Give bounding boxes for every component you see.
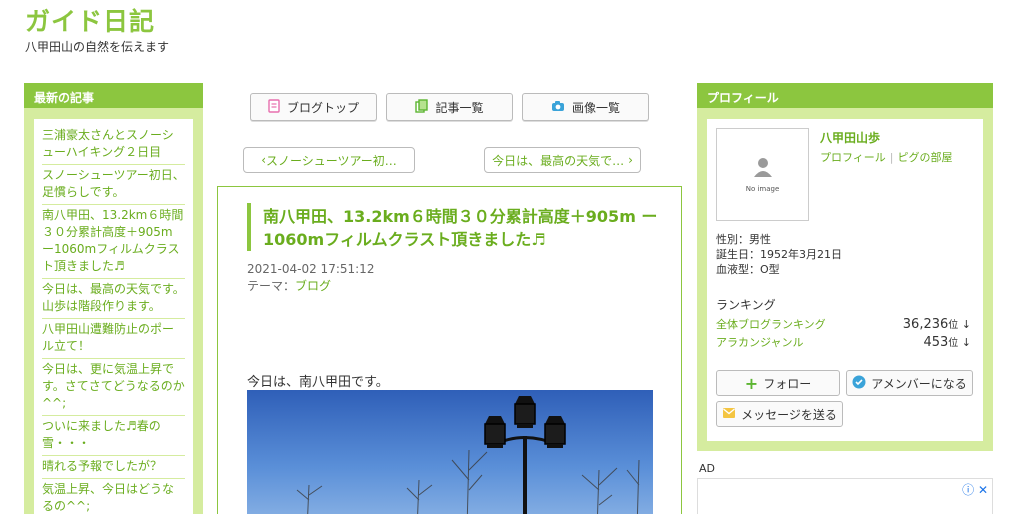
amember-label: アメンバーになる — [871, 376, 967, 391]
ad-label: AD — [699, 462, 715, 475]
copy-icon — [415, 98, 429, 116]
theme-link[interactable]: ブログ — [295, 279, 331, 293]
no-image-label: No image — [745, 185, 780, 193]
latest-article-link[interactable]: 八甲田山遭難防止のポール立て！ — [42, 319, 185, 359]
chevron-right-icon: › — [628, 153, 633, 167]
ranking-unit: 位 — [948, 320, 959, 331]
latest-articles-heading: 最新の記事 — [24, 83, 203, 108]
profile-content: No image 八甲田山歩 プロフィール | ピグの部屋 性別：男性 誕生日：19… — [707, 119, 983, 441]
follow-button[interactable]: + フォロー — [716, 370, 840, 396]
article-title[interactable]: 南八甲田、13.2km６時間３０分累計高度＋905m ー1060mフィルムクラス… — [263, 205, 663, 251]
latest-article-link[interactable]: スノーシューツアー初日、足慣らしです。 — [42, 165, 185, 205]
follow-label: フォロー — [763, 376, 812, 391]
profile-birthday: 誕生日：1952年3月21日 — [716, 248, 842, 261]
close-icon[interactable]: ✕ — [978, 483, 988, 497]
site-description: 八甲田山の自然を伝えます — [25, 40, 170, 54]
latest-articles-list: 三浦豪太さんとスノーシューハイキング２日目 スノーシューツアー初日、足慣らしです… — [34, 119, 193, 514]
arrow-down-icon: ↓ — [961, 318, 971, 331]
amember-button[interactable]: アメンバーになる — [846, 370, 973, 396]
article-datetime: 2021-04-02 17:51:12 — [247, 262, 375, 276]
latest-article-link[interactable]: ついに来ました♬春の雪・・・ — [42, 416, 185, 456]
pigg-room-link[interactable]: ピグの部屋 — [898, 151, 953, 164]
send-message-label: メッセージを送る — [741, 407, 837, 422]
avatar[interactable]: No image — [716, 128, 809, 221]
profile-heading: プロフィール — [697, 83, 993, 108]
previous-article-button[interactable]: ‹ スノーシューツアー初… — [243, 147, 415, 173]
ranking-value: 453 — [923, 335, 949, 350]
amember-icon — [852, 375, 866, 392]
title-accent-bar — [247, 203, 251, 251]
previous-article-label: スノーシューツアー初… — [266, 153, 397, 168]
ad-slot[interactable]: ⓘ ✕ — [697, 478, 993, 514]
article-body-text: 今日は、南八甲田です。 — [247, 375, 389, 390]
next-article-button[interactable]: 今日は、最高の天気で… › — [484, 147, 641, 173]
latest-article-link[interactable]: 今日は、最高の天気です。山歩は階段作ります。 — [42, 279, 185, 319]
envelope-icon — [722, 407, 736, 422]
info-icon[interactable]: ⓘ — [962, 483, 974, 497]
profile-links: プロフィール | ピグの部屋 — [820, 149, 953, 165]
ranking-value: 36,236 — [902, 317, 949, 332]
latest-article-link[interactable]: 晴れる予報でしたが？ — [42, 456, 185, 479]
latest-articles-panel: 最新の記事 三浦豪太さんとスノーシューハイキング２日目 スノーシューツアー初日、… — [24, 83, 203, 514]
article: 南八甲田、13.2km６時間３０分累計高度＋905m ー1060mフィルムクラス… — [217, 186, 682, 514]
profile-panel: プロフィール No image 八甲田山歩 プロフィール | ピグの部屋 性別：男性… — [697, 83, 993, 451]
ranking-row: 全体ブログランキング 36,236位 ↓ — [716, 316, 971, 332]
camera-icon — [551, 100, 565, 115]
site-title[interactable]: ガイド日記 — [25, 2, 155, 38]
arrow-down-icon: ↓ — [961, 336, 971, 349]
ranking-name-link[interactable]: アラカンジャンル — [716, 334, 803, 350]
latest-article-link[interactable]: 南八甲田、13.2km６時間３０分累計高度＋905m ー1060mフィルムクラス… — [42, 205, 185, 279]
article-list-label: 記事一覧 — [435, 100, 484, 115]
profile-name[interactable]: 八甲田山歩 — [820, 129, 880, 146]
document-icon — [268, 98, 280, 116]
latest-article-link[interactable]: 今日は、更に気温上昇です。さてさてどうなるのか^^; — [42, 359, 185, 416]
next-article-label: 今日は、最高の天気で… — [492, 153, 625, 168]
ranking-unit: 位 — [948, 338, 959, 349]
user-silhouette-icon — [753, 156, 773, 182]
article-photo[interactable] — [247, 390, 653, 514]
theme-label: テーマ： — [247, 279, 296, 293]
send-message-button[interactable]: メッセージを送る — [716, 401, 843, 427]
ranking-name-link[interactable]: 全体ブログランキング — [716, 316, 826, 332]
profile-gender: 性別：男性 — [716, 233, 771, 246]
profile-link[interactable]: プロフィール — [820, 151, 886, 164]
plus-icon: + — [744, 373, 759, 393]
ad-choices-icons[interactable]: ⓘ ✕ — [962, 481, 988, 498]
article-theme: テーマ：ブログ — [247, 277, 331, 294]
link-divider: | — [889, 151, 894, 164]
image-list-label: 画像一覧 — [571, 100, 620, 115]
latest-article-link[interactable]: 気温上昇、今日はどうなるの^^; — [42, 479, 185, 514]
blog-top-button[interactable]: ブログトップ — [250, 93, 377, 121]
blog-top-label: ブログトップ — [286, 100, 359, 115]
profile-blood-type: 血液型：O型 — [716, 263, 780, 276]
image-list-button[interactable]: 画像一覧 — [522, 93, 649, 121]
ranking-row: アラカンジャンル 453位 ↓ — [716, 334, 971, 350]
ranking-heading: ランキング — [716, 298, 776, 312]
article-list-button[interactable]: 記事一覧 — [386, 93, 513, 121]
latest-article-link[interactable]: 三浦豪太さんとスノーシューハイキング２日目 — [42, 125, 185, 165]
